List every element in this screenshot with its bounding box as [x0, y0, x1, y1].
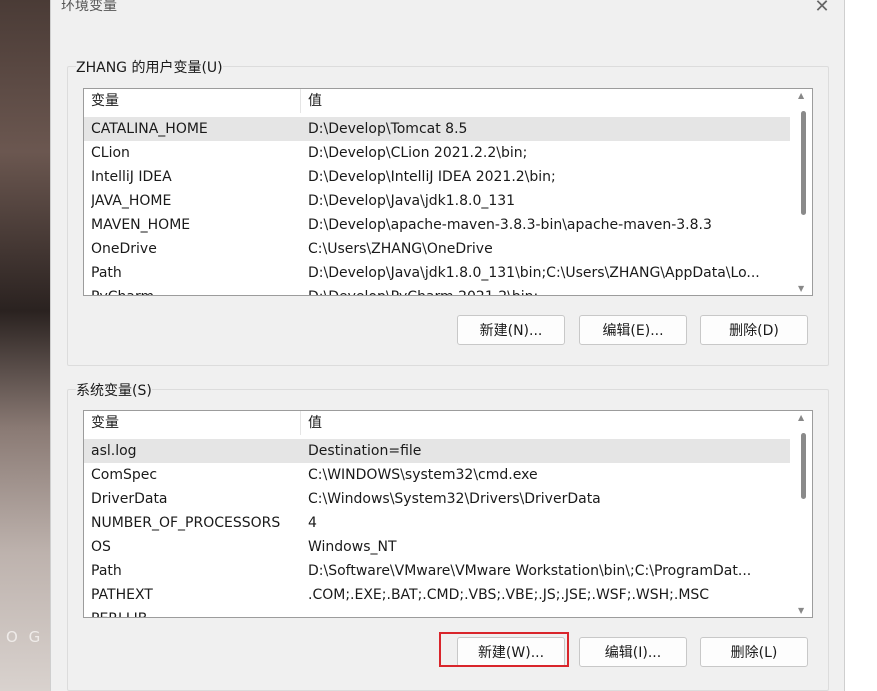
scroll-down-icon[interactable]: ▼ — [798, 284, 804, 293]
var-name: CATALINA_HOME — [91, 121, 208, 137]
system-vars-label: 系统变量(S) — [76, 380, 152, 400]
var-value: C:\Users\ZHANG\OneDrive — [308, 241, 493, 257]
var-name: OS — [91, 539, 111, 555]
var-value: 4 — [308, 515, 317, 531]
close-icon[interactable]: ✕ — [807, 0, 837, 20]
table-row[interactable]: DriverData C:\Windows\System32\Drivers\D… — [84, 487, 790, 511]
var-name: ComSpec — [91, 467, 158, 483]
desktop-wallpaper: O G — [0, 0, 50, 691]
scroll-up-icon[interactable]: ▲ — [798, 413, 804, 422]
var-value: D:\Develop\Java\jdk1.8.0_131 — [308, 193, 516, 209]
wallpaper-logo: O G — [6, 628, 44, 646]
var-value: D:\Develop\CLion 2021.2.2\bin; — [308, 145, 528, 161]
table-row[interactable]: OS Windows_NT — [84, 535, 790, 559]
annotation-highlight-box — [439, 632, 569, 667]
column-header-value[interactable]: 值 — [301, 89, 322, 113]
var-value: D:\Software\VMware\VMware Workstation\bi… — [308, 563, 752, 579]
var-value: D:\Develop\PyCharm 2021.2\bin; — [308, 285, 786, 295]
table-row[interactable]: IntelliJ IDEA D:\Develop\IntelliJ IDEA 2… — [84, 165, 790, 189]
system-edit-button[interactable]: 编辑(I)... — [579, 637, 687, 667]
table-row[interactable]: PATHEXT .COM;.EXE;.BAT;.CMD;.VBS;.VBE;.J… — [84, 583, 790, 607]
var-name: PATHEXT — [91, 587, 153, 603]
var-value: C:\WINDOWS\system32\cmd.exe — [308, 467, 538, 483]
system-vars-list-header: 变量 值 — [84, 411, 790, 435]
table-row[interactable]: MAVEN_HOME D:\Develop\apache-maven-3.8.3… — [84, 213, 790, 237]
user-new-button[interactable]: 新建(N)... — [457, 315, 565, 345]
scroll-down-icon[interactable]: ▼ — [798, 606, 804, 615]
scroll-thumb[interactable] — [801, 111, 806, 215]
user-vars-scrollbar[interactable]: ▲ ▼ — [792, 89, 812, 295]
column-header-value[interactable]: 值 — [301, 411, 322, 435]
var-value: D:\Develop\apache-maven-3.8.3-bin\apache… — [308, 217, 712, 233]
scroll-thumb[interactable] — [801, 433, 806, 499]
table-row[interactable]: asl.log Destination=file — [84, 439, 790, 463]
var-value: D:\Develop\IntelliJ IDEA 2021.2\bin; — [308, 169, 556, 185]
var-name: OneDrive — [91, 241, 157, 257]
table-row[interactable]: ComSpec C:\WINDOWS\system32\cmd.exe — [84, 463, 790, 487]
system-vars-scrollbar[interactable]: ▲ ▼ — [792, 411, 812, 617]
var-name: PyCharm — [91, 285, 296, 295]
var-name: PERLLIB — [91, 607, 296, 617]
table-row[interactable]: CATALINA_HOME D:\Develop\Tomcat 8.5 — [84, 117, 790, 141]
user-edit-button[interactable]: 编辑(E)... — [579, 315, 687, 345]
var-value: D:\Develop\Java\jdk1.8.0_131\bin;C:\User… — [308, 265, 760, 281]
var-value: .COM;.EXE;.BAT;.CMD;.VBS;.VBE;.JS;.JSE;.… — [308, 587, 710, 603]
table-row[interactable]: OneDrive C:\Users\ZHANG\OneDrive — [84, 237, 790, 261]
var-name: MAVEN_HOME — [91, 217, 191, 233]
column-header-name[interactable]: 变量 — [84, 411, 119, 435]
table-row[interactable]: NUMBER_OF_PROCESSORS 4 — [84, 511, 790, 535]
background-area — [844, 0, 877, 691]
table-row[interactable]: Path D:\Software\VMware\VMware Workstati… — [84, 559, 790, 583]
var-name: Path — [91, 265, 122, 281]
var-value: C:\Windows\System32\Drivers\DriverData — [308, 491, 601, 507]
table-row[interactable]: PyCharm D:\Develop\PyCharm 2021.2\bin; — [84, 285, 790, 295]
user-vars-list[interactable]: 变量 值 CATALINA_HOME D:\Develop\Tomcat 8.5… — [83, 88, 813, 296]
scroll-up-icon[interactable]: ▲ — [798, 91, 804, 100]
var-value: Windows_NT — [308, 539, 397, 555]
user-vars-list-header: 变量 值 — [84, 89, 790, 113]
system-vars-list[interactable]: 变量 值 asl.log Destination=file ComSpec C:… — [83, 410, 813, 618]
column-header-name[interactable]: 变量 — [84, 89, 119, 113]
var-name: asl.log — [91, 443, 137, 459]
user-delete-button[interactable]: 删除(D) — [700, 315, 808, 345]
table-row[interactable]: JAVA_HOME D:\Develop\Java\jdk1.8.0_131 — [84, 189, 790, 213]
var-name: JAVA_HOME — [91, 193, 172, 209]
table-row[interactable]: PERLLIB — [84, 607, 790, 617]
dialog-title: 环境变量 — [61, 0, 117, 14]
var-name: CLion — [91, 145, 130, 161]
var-value: Destination=file — [308, 443, 422, 459]
table-row[interactable]: Path D:\Develop\Java\jdk1.8.0_131\bin;C:… — [84, 261, 790, 285]
var-name: NUMBER_OF_PROCESSORS — [91, 515, 281, 531]
var-name: Path — [91, 563, 122, 579]
table-row[interactable]: CLion D:\Develop\CLion 2021.2.2\bin; — [84, 141, 790, 165]
var-name: IntelliJ IDEA — [91, 169, 172, 185]
user-vars-label: ZHANG 的用户变量(U) — [76, 57, 223, 77]
var-value: D:\Develop\Tomcat 8.5 — [308, 121, 468, 137]
system-delete-button[interactable]: 删除(L) — [700, 637, 808, 667]
environment-variables-dialog: 环境变量 ✕ ZHANG 的用户变量(U) 变量 值 CATALINA_HOME… — [50, 0, 845, 691]
var-name: DriverData — [91, 491, 168, 507]
